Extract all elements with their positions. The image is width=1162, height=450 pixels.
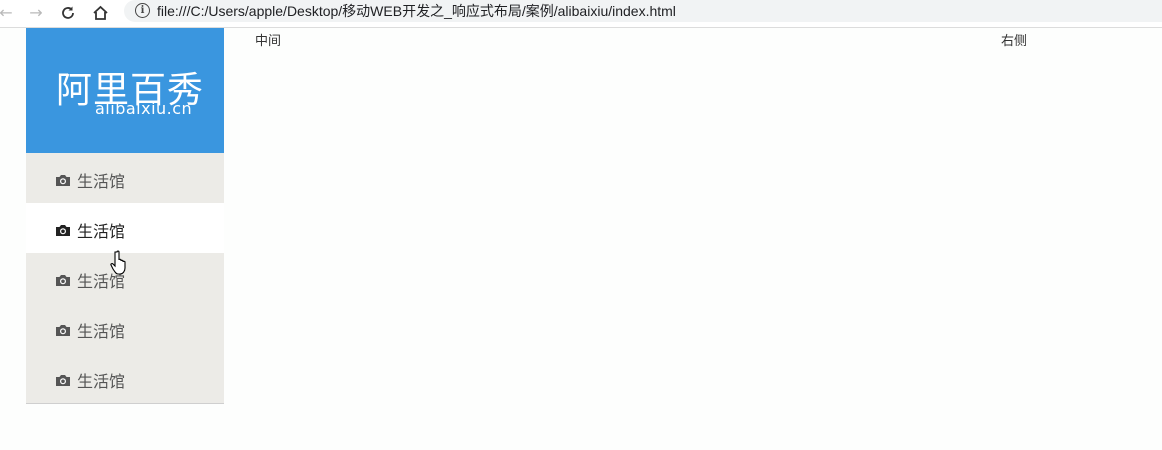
camera-icon [55, 322, 71, 336]
back-icon[interactable]: ← [0, 3, 16, 23]
sidebar-item-label: 生活馆 [77, 172, 126, 191]
reload-icon[interactable] [58, 3, 78, 23]
sidebar: 阿里百秀 alibaixiu.cn 生活馆 生活馆 生活馆 生活馆 生活馆 [26, 28, 224, 404]
hand-cursor-icon [110, 250, 126, 275]
camera-icon [55, 222, 71, 236]
url-text[interactable]: file:///C:/Users/apple/Desktop/移动WEB开发之_… [157, 1, 676, 21]
camera-icon [55, 372, 71, 386]
sidebar-item-4[interactable]: 生活馆 [26, 353, 224, 404]
browser-toolbar: ← → i file:///C:/Users/apple/Desktop/移动W… [0, 0, 1162, 28]
sidebar-item-label: 生活馆 [77, 222, 126, 241]
sidebar-item-label: 生活馆 [77, 322, 126, 341]
logo-domain: alibaixiu.cn [95, 99, 193, 118]
sidebar-item-1[interactable]: 生活馆 [26, 203, 224, 253]
logo[interactable]: 阿里百秀 alibaixiu.cn [26, 28, 224, 153]
camera-icon [55, 172, 71, 186]
camera-icon [55, 272, 71, 286]
sidebar-item-label: 生活馆 [77, 372, 126, 391]
sidebar-item-3[interactable]: 生活馆 [26, 303, 224, 353]
info-icon[interactable]: i [135, 3, 150, 18]
middle-column-label: 中间 [255, 34, 282, 49]
address-bar[interactable]: i file:///C:/Users/apple/Desktop/移动WEB开发… [124, 0, 1162, 22]
sidebar-item-0[interactable]: 生活馆 [26, 153, 224, 203]
sidebar-menu: 生活馆 生活馆 生活馆 生活馆 生活馆 [26, 153, 224, 404]
forward-icon[interactable]: → [26, 3, 46, 23]
home-icon[interactable] [90, 3, 110, 23]
right-column-label: 右侧 [1001, 34, 1028, 49]
